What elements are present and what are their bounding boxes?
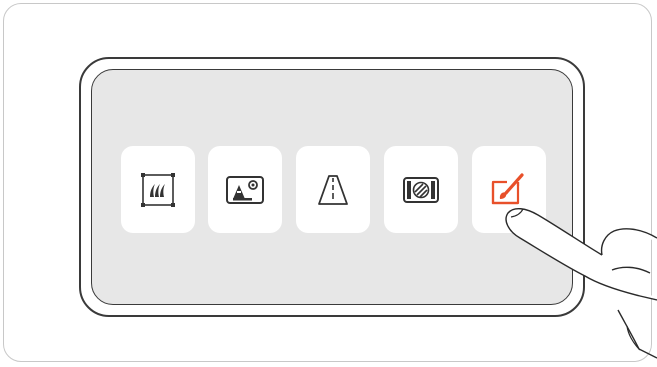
paint-brush-tool-button[interactable] [472, 146, 546, 233]
image-adjust-icon [226, 175, 264, 204]
grass-frame-tool-button[interactable] [121, 146, 195, 233]
image-adjust-tool-button[interactable] [208, 146, 282, 233]
lens-filter-icon [403, 176, 439, 203]
road-perspective-tool-button[interactable] [296, 146, 370, 233]
grass-frame-icon [141, 172, 175, 207]
lens-filter-tool-button[interactable] [384, 146, 458, 233]
road-perspective-icon [318, 174, 348, 205]
paint-brush-icon [491, 172, 524, 204]
